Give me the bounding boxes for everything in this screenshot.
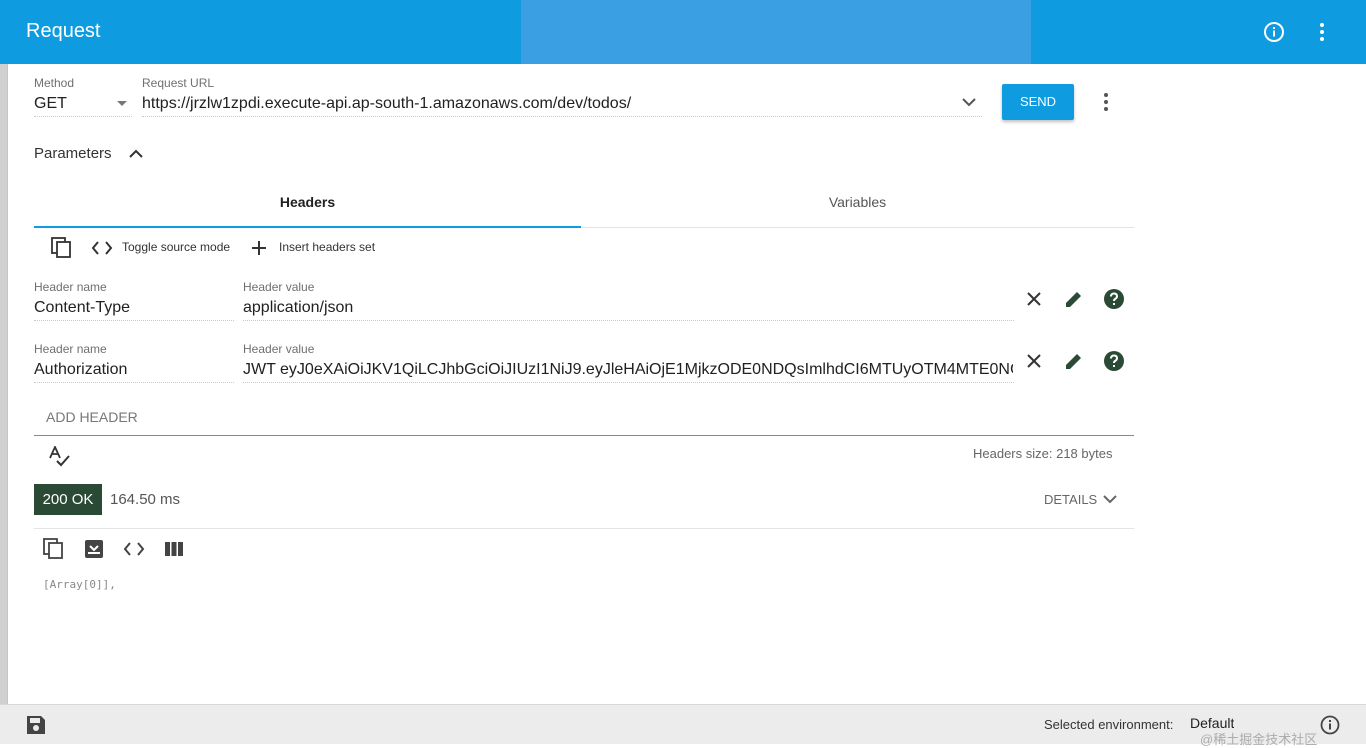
url-underline — [142, 116, 982, 117]
edit-icon[interactable] — [1064, 289, 1084, 309]
parameters-toggle[interactable]: Parameters — [34, 145, 112, 162]
tab-bar: Headers Variables — [34, 186, 1134, 228]
add-header-divider — [34, 435, 1134, 436]
tab-headers[interactable]: Headers — [34, 186, 581, 228]
spellcheck-icon[interactable] — [47, 446, 71, 468]
save-response-icon[interactable] — [84, 539, 104, 559]
edit-icon[interactable] — [1064, 351, 1084, 371]
code-icon[interactable] — [123, 542, 145, 556]
app-bar: Request — [0, 0, 1366, 64]
tab-indicator — [34, 226, 581, 228]
send-button[interactable]: SEND — [1002, 84, 1074, 120]
method-label: Method — [34, 76, 75, 90]
chevron-down-icon[interactable] — [117, 101, 127, 107]
method-select[interactable]: GET — [34, 95, 67, 113]
tab-variables[interactable]: Variables — [584, 186, 1131, 228]
add-header-button[interactable]: ADD HEADER — [46, 409, 138, 425]
headers-size: Headers size: 218 bytes — [973, 446, 1113, 461]
close-icon[interactable] — [1026, 291, 1042, 307]
footer-bar: Selected environment: Default @稀土掘金技术社区 — [0, 704, 1366, 747]
header-name-underline — [34, 382, 234, 383]
header-name-label: Header name — [34, 342, 107, 356]
chevron-up-icon[interactable] — [129, 149, 143, 159]
help-icon[interactable] — [1103, 288, 1125, 310]
response-body: [Array[0]], — [43, 578, 116, 591]
header-name-input[interactable]: Authorization — [34, 361, 127, 379]
header-name-label: Header name — [34, 280, 107, 294]
request-menu-icon[interactable] — [1100, 92, 1112, 112]
insert-headers-button[interactable]: Insert headers set — [279, 240, 375, 254]
chevron-down-icon[interactable] — [1103, 494, 1117, 504]
header-name-input[interactable]: Content-Type — [34, 299, 130, 317]
status-badge: 200 OK — [34, 484, 102, 515]
close-icon[interactable] — [1026, 353, 1042, 369]
add-icon[interactable] — [251, 240, 267, 256]
info-icon[interactable] — [1320, 715, 1340, 735]
url-input[interactable]: https://jrzlw1zpdi.execute-api.ap-south-… — [142, 95, 952, 113]
url-label: Request URL — [142, 76, 215, 90]
column-view-icon[interactable] — [164, 541, 184, 557]
save-icon[interactable] — [26, 715, 46, 735]
watermark: @稀土掘金技术社区 — [1200, 732, 1318, 747]
code-icon[interactable] — [91, 241, 113, 255]
page-title: Request — [26, 20, 101, 42]
more-vert-icon[interactable] — [1314, 21, 1330, 43]
header-value-label: Header value — [243, 280, 315, 294]
response-time: 164.50 ms — [110, 491, 181, 508]
toggle-source-button[interactable]: Toggle source mode — [122, 240, 230, 254]
left-edge — [0, 64, 8, 704]
header-value-label: Header value — [243, 342, 315, 356]
header-value-input[interactable]: JWT eyJ0eXAiOiJKV1QiLCJhbGciOiJIUzI1NiJ9… — [243, 361, 1013, 379]
url-history-chevron-icon[interactable] — [962, 98, 976, 108]
details-button[interactable]: DETAILS — [1044, 492, 1097, 507]
method-underline — [34, 116, 132, 117]
header-value-underline — [243, 320, 1014, 321]
environment-label: Selected environment: — [1044, 717, 1174, 732]
app-bar-highlight — [521, 0, 1031, 64]
header-value-underline — [243, 382, 1014, 383]
header-name-underline — [34, 320, 234, 321]
copy-icon[interactable] — [43, 538, 65, 560]
copy-icon[interactable] — [51, 237, 73, 259]
help-icon[interactable] — [1103, 350, 1125, 372]
response-divider — [34, 528, 1134, 529]
info-icon[interactable] — [1263, 21, 1285, 43]
header-value-input[interactable]: application/json — [243, 299, 1013, 317]
